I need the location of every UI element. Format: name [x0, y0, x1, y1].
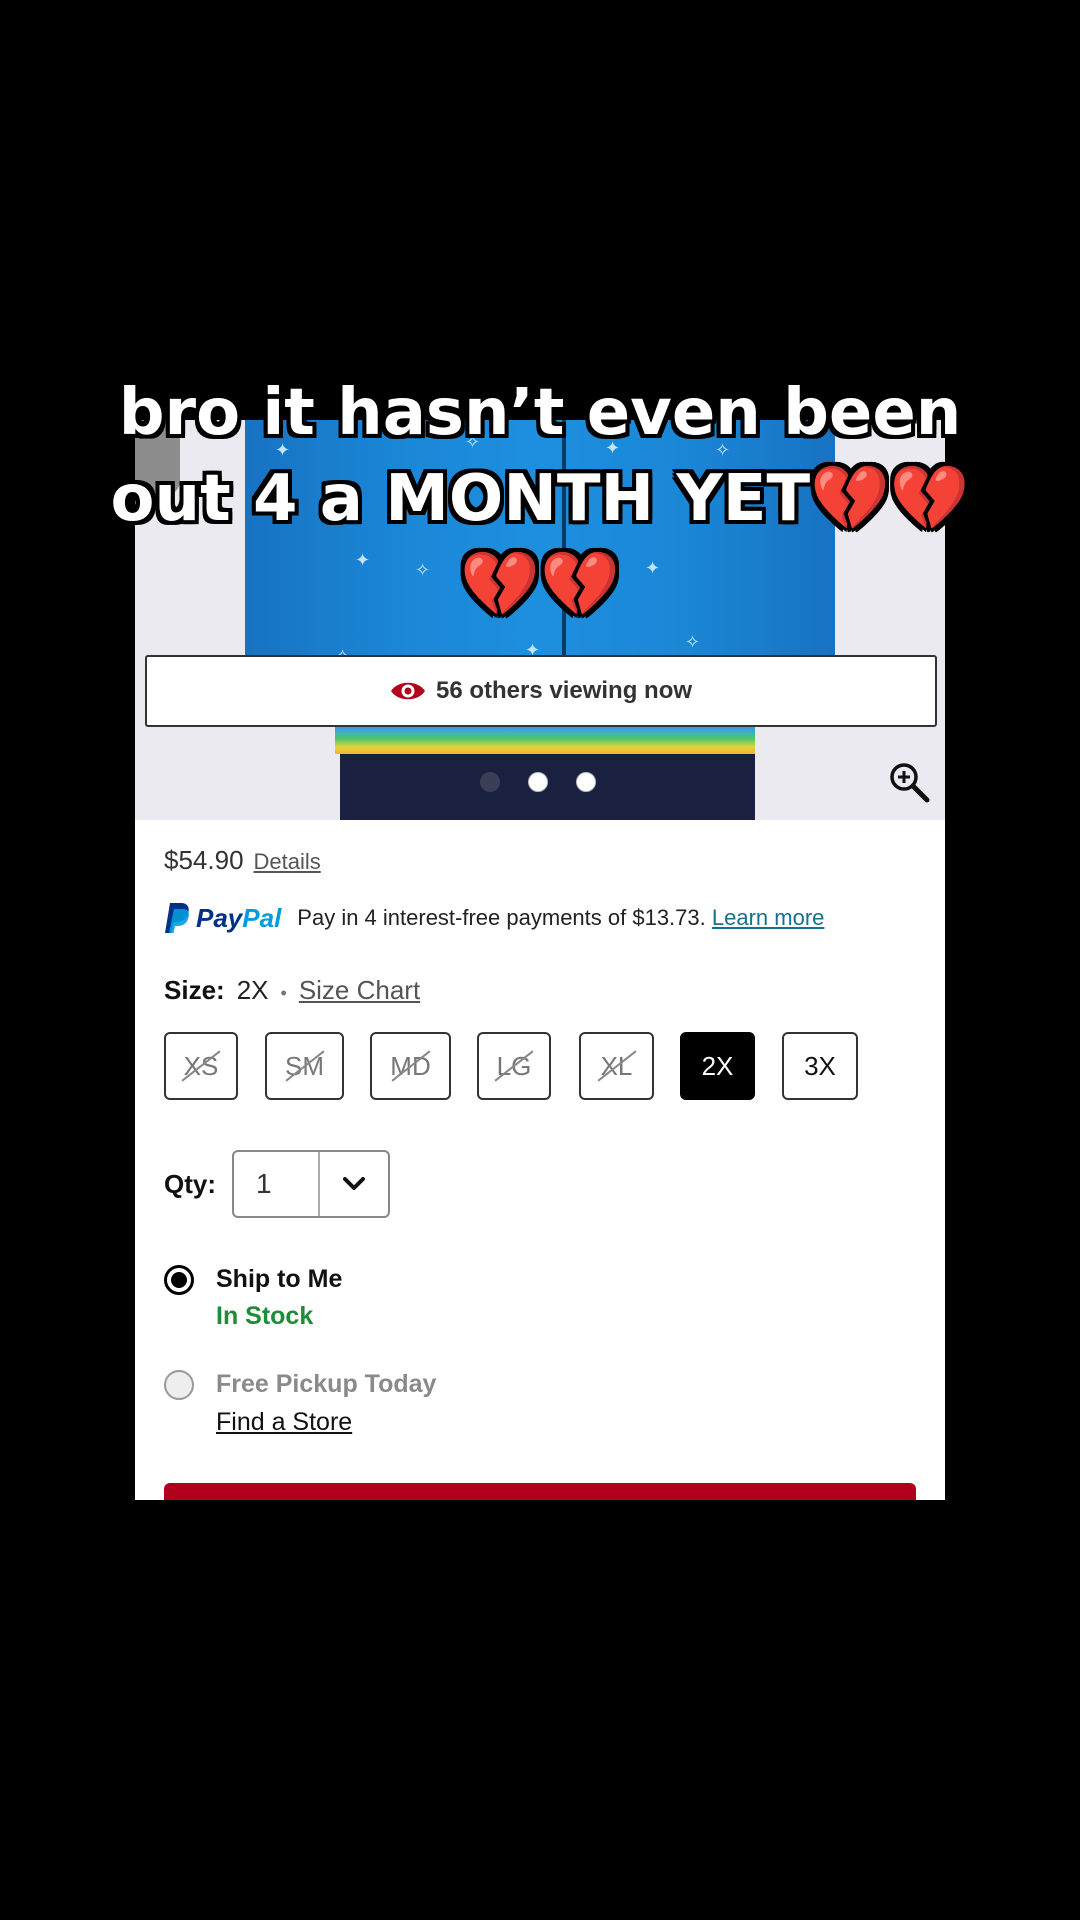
details-link[interactable]: Details [254, 849, 321, 875]
find-a-store-link[interactable]: Find a Store [216, 1408, 352, 1437]
learn-more-link[interactable]: Learn more [712, 905, 825, 930]
paypal-wordmark: PayPal [196, 902, 282, 933]
quantity-label: Qty: [164, 1168, 216, 1199]
viewers-count-text: 56 others viewing now [435, 677, 693, 704]
video-caption: bro it hasn’t even been out 4 a MONTH YE… [0, 370, 1080, 628]
zoom-in-icon[interactable] [887, 760, 931, 804]
size-separator: • [280, 983, 287, 1003]
size-option-lg[interactable]: LG [477, 1032, 551, 1100]
size-label: Size: [164, 975, 225, 1005]
size-option-2x[interactable]: 2X [680, 1032, 755, 1100]
carousel-dot[interactable] [576, 772, 596, 792]
size-option-md[interactable]: MD [370, 1032, 451, 1100]
size-option-xl[interactable]: XL [579, 1032, 654, 1100]
caption-line-2: out 4 a MONTH YET💔💔 [110, 462, 970, 536]
eye-icon [390, 682, 425, 700]
paypal-installments: PayPal Pay in 4 interest-free payments o… [164, 902, 824, 934]
pickup-label[interactable]: Free Pickup Today [216, 1370, 436, 1399]
carousel-dot[interactable] [528, 772, 548, 792]
caption-line-1: bro it hasn’t even been [118, 376, 962, 450]
size-option-sm[interactable]: SM [265, 1032, 344, 1100]
price: $54.90 [164, 845, 244, 875]
paypal-installment-text: Pay in 4 interest-free payments of $13.7… [297, 905, 706, 930]
ship-to-me-label[interactable]: Ship to Me [216, 1265, 342, 1294]
chevron-down-icon[interactable] [320, 1152, 388, 1216]
quantity-value: 1 [234, 1152, 320, 1216]
quantity-row: Qty: 1 [164, 1150, 390, 1218]
viewers-banner: 56 others viewing now [145, 655, 937, 727]
pickup-radio[interactable] [164, 1370, 194, 1400]
price-row: $54.90 Details [164, 845, 321, 876]
size-row: Size: 2X • Size Chart [164, 975, 420, 1006]
paypal-logo: PayPal [164, 902, 281, 934]
size-option-xs[interactable]: XS [164, 1032, 238, 1100]
video-frame: ✦ ✧ ✦ ✧ ✦ ✧ ✦ ✦ ✧ ✧ 56 others vie [0, 0, 1080, 1920]
size-option-3x[interactable]: 3X [782, 1032, 858, 1100]
selected-size-value: 2X [236, 975, 269, 1005]
size-chart-link[interactable]: Size Chart [299, 975, 420, 1006]
in-stock-status: In Stock [216, 1302, 314, 1330]
add-to-cart-button[interactable] [164, 1483, 916, 1500]
ship-to-me-radio[interactable] [164, 1265, 194, 1295]
size-options: XS SM MD LG XL 2X 3X [164, 1032, 944, 1104]
carousel-dots[interactable] [480, 772, 596, 792]
quantity-select[interactable]: 1 [232, 1150, 390, 1218]
carousel-dot[interactable] [480, 772, 500, 792]
caption-line-3: 💔💔 [460, 548, 620, 622]
paypal-text: Pay in 4 interest-free payments of $13.7… [297, 905, 824, 931]
paypal-icon [165, 903, 189, 933]
